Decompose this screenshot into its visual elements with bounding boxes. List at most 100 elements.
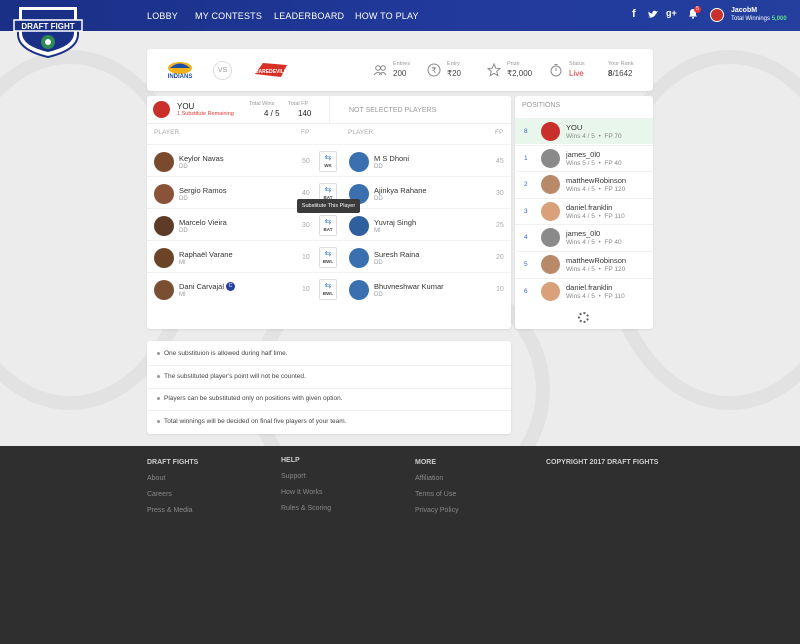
footer-link-affiliation[interactable]: Affiliation [415, 475, 459, 482]
copyright-text: COPYRIGHT 2017 DRAFT FIGHTS [546, 459, 659, 466]
rule-text: Total winnings will be decided on final … [164, 418, 347, 425]
nav-my-contests[interactable]: MY CONTESTS [195, 11, 262, 21]
player-avatar [349, 152, 369, 172]
position-stats: Wins 4 / 5 • FP 110 [566, 212, 625, 220]
substitute-button[interactable]: ⇆ BWL [319, 279, 337, 300]
player-fp: 30 [496, 190, 504, 197]
col-player-not-selected: PLAYER [348, 129, 374, 136]
player-row: Dani Carvajal MI 10 ⇆ BWL Bhuvneshwar Kumar DD… [147, 272, 511, 304]
footer: DRAFT FIGHTS About Careers Press & Media… [0, 446, 800, 644]
player-name: Raphaël Varane [179, 250, 233, 259]
timer-icon [550, 64, 562, 77]
user-avatar[interactable] [710, 8, 724, 22]
player-row: Raphaël Varane MI 10 ⇆ BWL Suresh Raina DD 20 [147, 240, 511, 272]
position-row-you[interactable]: 8 YOU Wins 4 / 5 • FP 70 [515, 118, 653, 144]
vs-label: VS [213, 61, 232, 80]
footer-heading: HELP [281, 457, 300, 464]
player-role: BWL [322, 291, 334, 296]
position-avatar [541, 228, 560, 248]
footer-link-rules[interactable]: Rules & Scoring [281, 505, 331, 512]
google-plus-icon[interactable]: g+ [666, 8, 677, 18]
position-stats: Wins 4 / 5 • FP 70 [566, 133, 622, 140]
delhi-daredevils-logo: DAREDEVILS [255, 63, 288, 77]
footer-link-press[interactable]: Press & Media [147, 507, 198, 514]
footer-link-careers[interactable]: Careers [147, 491, 198, 498]
player-team: DD [179, 196, 188, 202]
you-header: YOU 1 Substitute Remaining Total Wins 4 … [147, 96, 329, 124]
star-icon [487, 63, 501, 77]
position-row[interactable]: 1 james_0l0 Wins 5 / 5 • FP 40 [515, 144, 653, 171]
rupee-icon: ₹ [427, 63, 441, 77]
player-name: Dani Carvajal [179, 282, 225, 291]
entry-label: Entry [447, 61, 460, 67]
player-fp: 30 [302, 222, 310, 229]
player-fp: 20 [496, 254, 504, 261]
draft-fight-logo[interactable]: DRAFT FIGHT [12, 4, 84, 58]
player-team: MI [179, 260, 186, 266]
position-name: matthewRobinson [566, 176, 627, 186]
facebook-icon[interactable]: f [632, 8, 636, 20]
captain-badge: C [226, 282, 235, 291]
player-name: Ajinkya Rahane [374, 186, 427, 195]
total-fp-label: Total FP [288, 101, 309, 107]
player-team: DD [374, 164, 383, 170]
player-fp: 45 [496, 158, 504, 165]
player-name: Marcelo Vieira [179, 218, 227, 227]
rules-panel: One substituion is allowed during half t… [147, 341, 511, 434]
position-wins: Wins 5 / 5 [566, 159, 595, 167]
position-rank: 1 [524, 154, 528, 162]
rule-text: The substituted player's point will not … [164, 373, 306, 380]
player-role: BAT [323, 227, 333, 232]
footer-link-about[interactable]: About [147, 475, 198, 482]
position-row[interactable]: 3 daniel.franklin Wins 4 / 5 • FP 110 [515, 197, 653, 224]
footer-col-more: MORE Affiliation Terms of Use Privacy Po… [415, 459, 459, 523]
player-avatar [154, 216, 174, 236]
footer-heading: MORE [415, 459, 436, 466]
player-team: DD [374, 260, 383, 266]
player-team: DD [374, 196, 383, 202]
position-row[interactable]: 4 james_0l0 Wins 4 / 5 • FP 40 [515, 224, 653, 250]
position-avatar [541, 122, 560, 141]
position-name: matthewRobinson [566, 256, 627, 265]
position-row[interactable]: 6 daniel.franklin Wins 4 / 5 • FP 110 [515, 277, 653, 304]
position-fp: FP 110 [604, 292, 625, 300]
position-rank: 5 [524, 261, 528, 268]
rank-value: 8/1642 [608, 69, 632, 78]
position-fp: FP 40 [604, 239, 622, 247]
position-row[interactable]: 5 matthewRobinson Wins 4 / 5 • FP 120 [515, 251, 653, 277]
rank-label: Your Rank [608, 61, 634, 67]
player-fp: 10 [302, 254, 310, 261]
player-name: Suresh Raina [374, 250, 420, 259]
footer-col-draft-fights: DRAFT FIGHTS About Careers Press & Media [147, 459, 198, 523]
position-wins: Wins 4 / 5 [566, 133, 595, 140]
substitute-remaining: 1 Substitute Remaining [177, 111, 234, 117]
position-wins: Wins 4 / 5 [566, 239, 595, 247]
position-stats: Wins 4 / 5 • FP 110 [566, 292, 625, 300]
twitter-icon[interactable] [647, 9, 659, 19]
notification-badge: 5 [694, 6, 701, 13]
player-avatar [349, 280, 369, 300]
substitute-button[interactable]: ⇆ WK [319, 151, 337, 172]
substitute-button[interactable]: ⇆ BWL [319, 247, 337, 268]
position-name: daniel.franklin [566, 202, 613, 212]
nav-how-to-play[interactable]: HOW TO PLAY [355, 11, 419, 21]
footer-link-support[interactable]: Support [281, 473, 331, 480]
nav-lobby[interactable]: LOBBY [147, 11, 178, 21]
nav-leaderboard[interactable]: LEADERBOARD [274, 11, 344, 21]
player-fp: 10 [496, 286, 504, 293]
footer-link-how-it-works[interactable]: How It Works [281, 489, 331, 496]
player-name: M S Dhoni [374, 154, 410, 163]
swap-arrows-icon: ⇆ [324, 185, 332, 194]
user-name[interactable]: JacobM [731, 7, 757, 14]
swap-arrows-icon: ⇆ [324, 153, 332, 162]
loading-spinner-icon [578, 312, 589, 323]
position-wins: Wins 4 / 5 [566, 266, 595, 273]
position-row[interactable]: 2 matthewRobinson Wins 4 / 5 • FP 120 [515, 171, 653, 197]
footer-link-terms[interactable]: Terms of Use [415, 491, 459, 498]
substitute-button[interactable]: ⇆ BAT [319, 215, 337, 236]
total-wins-value: 4 / 5 [264, 109, 280, 118]
total-wins-label: Total Wins [249, 101, 275, 107]
footer-link-privacy[interactable]: Privacy Policy [415, 507, 459, 514]
player-fp: 10 [302, 286, 310, 293]
not-selected-header: NOT SELECTED PLAYERS [329, 96, 511, 124]
